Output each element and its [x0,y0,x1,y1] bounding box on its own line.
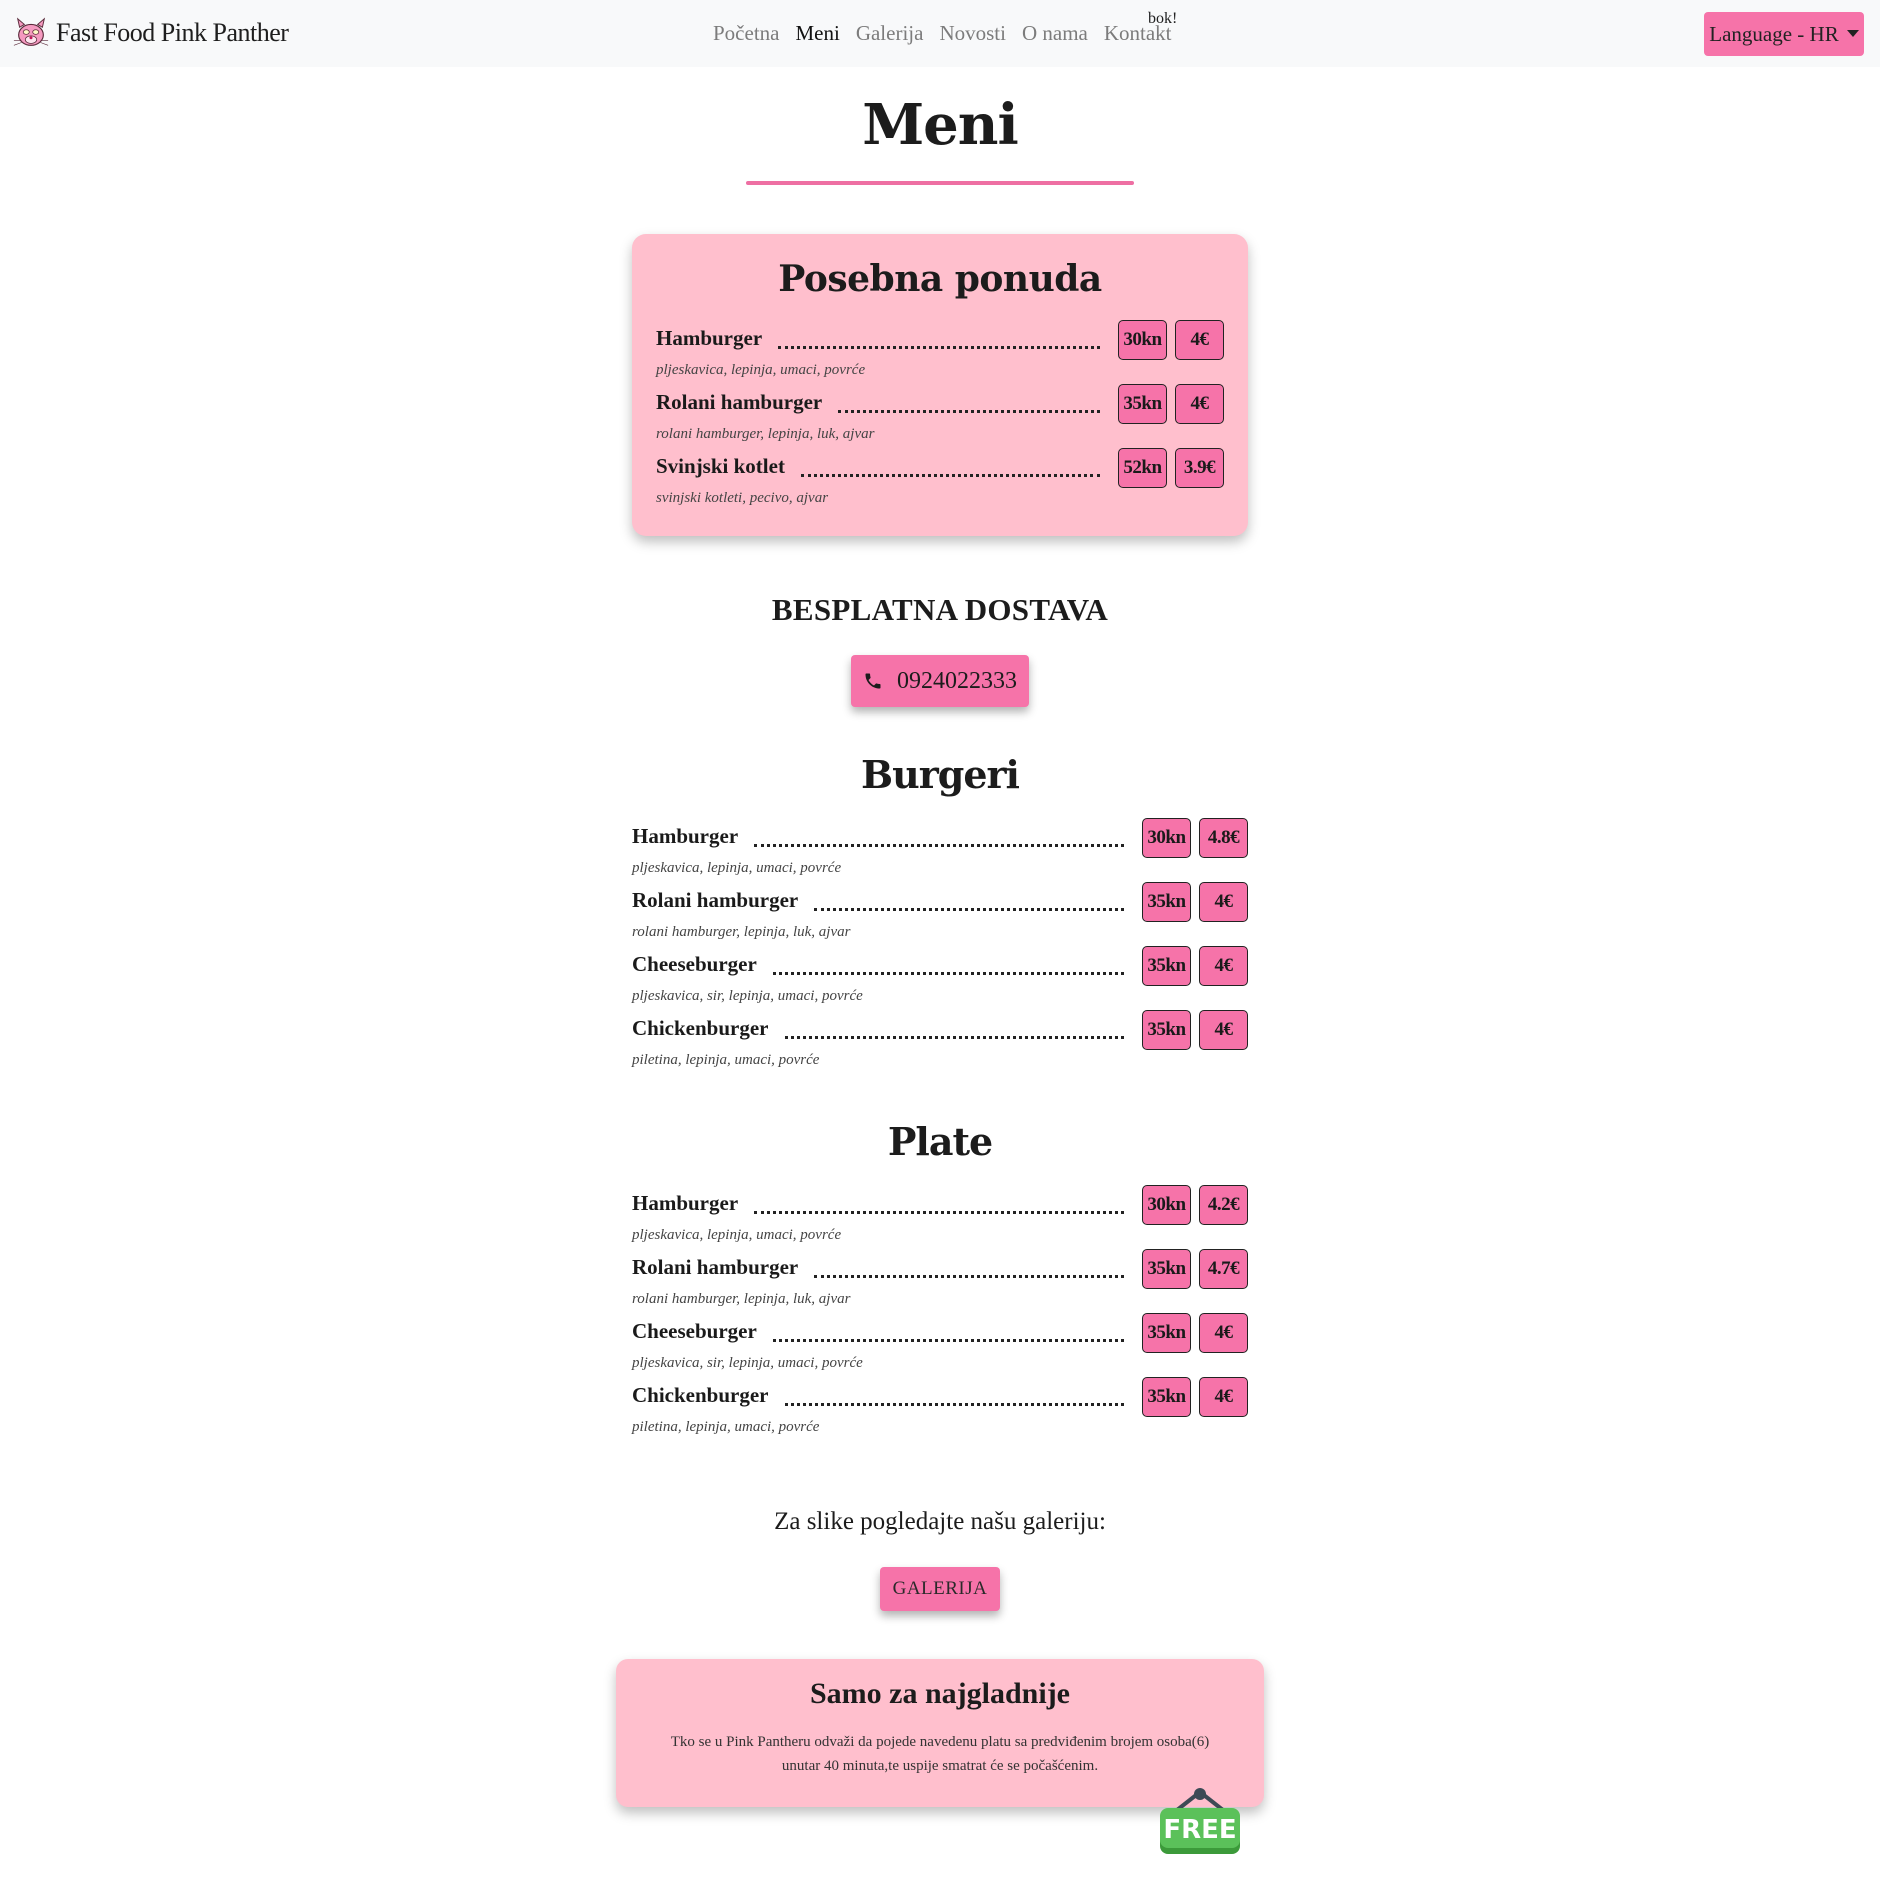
leader-dots [814,908,1124,911]
caret-down-icon [1846,29,1859,37]
leader-dots [754,844,1124,847]
price-eur-badge: 4€ [1199,882,1248,922]
price-kn-badge: 35kn [1142,1313,1191,1353]
phone-call-button[interactable]: 0924022333 [851,655,1029,707]
price-kn-badge: 30kn [1142,1185,1191,1225]
special-offer-title: Posebna ponuda [778,258,1102,300]
price-kn-badge: 35kn [1142,946,1191,986]
price-eur-badge: 4€ [1175,384,1224,424]
menu-item-description: pljeskavica, sir, lepinja, umaci, povrće [632,1355,863,1371]
leader-dots [773,972,1124,975]
leader-dots [785,1403,1124,1406]
price-eur-badge: 3.9€ [1175,448,1224,488]
menu-item-name: Cheeseburger [632,1319,757,1343]
menu-item-description: rolani hamburger, lepinja, luk, ajvar [632,924,851,940]
nav-link-o-nama[interactable]: O nama [1022,21,1088,46]
price-kn-badge: 30kn [1118,320,1167,360]
language-label: Language - HR [1709,21,1839,46]
menu-item: Cheeseburger pljeskavica, sir, lepinja, u… [632,1313,1248,1373]
menu-item: Cheeseburger pljeskavica, sir, lepinja, u… [632,946,1248,1006]
menu-item: Chickenburger piletina, lepinja, umaci, p… [632,1377,1248,1437]
brand-link[interactable]: Fast Food Pink Panther [12,14,289,52]
price-kn-badge: 35kn [1142,882,1191,922]
menu-item: Svinjski kotlet svinjski kotleti, pecivo,… [656,448,1224,508]
nav-link-novosti[interactable]: Novosti [939,21,1006,46]
nav-link-meni[interactable]: Meni [795,21,839,46]
free-delivery-heading: BESPLATNA DOSTAVA [771,592,1109,627]
nav-links: Početna Meni Galerija Novosti O nama Kon… [713,21,1172,46]
menu-item-description: pljeskavica, lepinja, umaci, povrće [632,1227,842,1243]
menu-item-name: Hamburger [632,1191,739,1215]
burgeri-heading: Burgeri [861,752,1020,797]
price-eur-badge: 4€ [1175,320,1224,360]
gallery-prompt-text: Za slike pogledajte našu galeriju: [774,1508,1106,1535]
price-kn-badge: 35kn [1142,1377,1191,1417]
leader-dots [814,1275,1124,1278]
leader-dots [773,1339,1124,1342]
challenge-text: Tko se u Pink Pantheru odvaži da pojede … [670,1734,1210,1774]
leader-dots [785,1036,1124,1039]
menu-item-description: pljeskavica, lepinja, umaci, povrće [656,362,866,378]
leader-dots [754,1211,1124,1214]
menu-item-description: svinjski kotleti, pecivo, ajvar [656,490,829,506]
price-kn-badge: 52kn [1118,448,1167,488]
language-dropdown-button[interactable]: Language - HR [1704,12,1864,56]
menu-item-description: rolani hamburger, lepinja, luk, ajvar [656,426,875,442]
price-eur-badge: 4€ [1199,1313,1248,1353]
menu-item-name: Rolani hamburger [632,888,799,912]
price-kn-badge: 35kn [1118,384,1167,424]
leader-dots [778,346,1100,349]
menu-item-name: Hamburger [656,326,763,350]
menu-item-description: pljeskavica, lepinja, umaci, povrće [632,860,842,876]
plate-heading: Plate [887,1119,993,1164]
phone-number: 0924022333 [897,667,1017,694]
menu-item: Hamburger pljeskavica, lepinja, umaci, po… [656,320,1224,380]
price-kn-badge: 35kn [1142,1010,1191,1050]
gallery-button[interactable]: GALERIJA [880,1567,1000,1611]
menu-item: Rolani hamburger rolani hamburger, lepinj… [656,384,1224,444]
challenge-card: Samo za najgladnije Tko se u Pink Panthe… [616,1659,1264,1807]
price-eur-badge: 4€ [1199,1010,1248,1050]
price-eur-badge: 4.7€ [1199,1249,1248,1289]
pink-panther-logo-icon [13,17,49,46]
free-sign-icon: FREE [1160,1788,1240,1854]
menu-item: Hamburger pljeskavica, lepinja, umaci, po… [632,818,1248,878]
leader-dots [838,410,1100,413]
phone-icon [865,673,881,689]
greeting-text: bok! [1148,10,1178,27]
menu-item-name: Hamburger [632,824,739,848]
title-divider [746,181,1134,185]
price-kn-badge: 35kn [1142,1249,1191,1289]
price-eur-badge: 4.8€ [1199,818,1248,858]
nav-link-pocetna[interactable]: Početna [713,21,779,46]
special-offer-card: Posebna ponuda Hamburger pljeskavica, lep… [632,234,1248,536]
leader-dots [801,474,1100,477]
menu-item: Rolani hamburger rolani hamburger, lepinj… [632,1249,1248,1309]
menu-item-name: Chickenburger [632,1016,769,1040]
nav-link-galerija[interactable]: Galerija [856,21,924,46]
menu-item-description: piletina, lepinja, umaci, povrće [632,1419,820,1435]
price-kn-badge: 30kn [1142,818,1191,858]
price-eur-badge: 4€ [1199,1377,1248,1417]
price-eur-badge: 4€ [1199,946,1248,986]
price-eur-badge: 4.2€ [1199,1185,1248,1225]
menu-item-name: Rolani hamburger [632,1255,799,1279]
menu-item-description: piletina, lepinja, umaci, povrće [632,1052,820,1068]
challenge-title: Samo za najgladnije [809,1677,1070,1710]
page-title: Meni [862,92,1019,158]
menu-item-description: pljeskavica, sir, lepinja, umaci, povrće [632,988,863,1004]
brand-name: Fast Food Pink Panther [56,18,289,47]
menu-item-name: Svinjski kotlet [656,454,785,478]
menu-item: Rolani hamburger rolani hamburger, lepinj… [632,882,1248,942]
menu-item-name: Chickenburger [632,1383,769,1407]
menu-item-description: rolani hamburger, lepinja, luk, ajvar [632,1291,851,1307]
navbar: Fast Food Pink Panther Početna Meni Gale… [0,0,1880,67]
free-sign-label: FREE [1163,1815,1236,1845]
menu-item: Chickenburger piletina, lepinja, umaci, p… [632,1010,1248,1070]
menu-item-name: Rolani hamburger [656,390,823,414]
menu-item-name: Cheeseburger [632,952,757,976]
menu-item: Hamburger pljeskavica, lepinja, umaci, po… [632,1185,1248,1245]
